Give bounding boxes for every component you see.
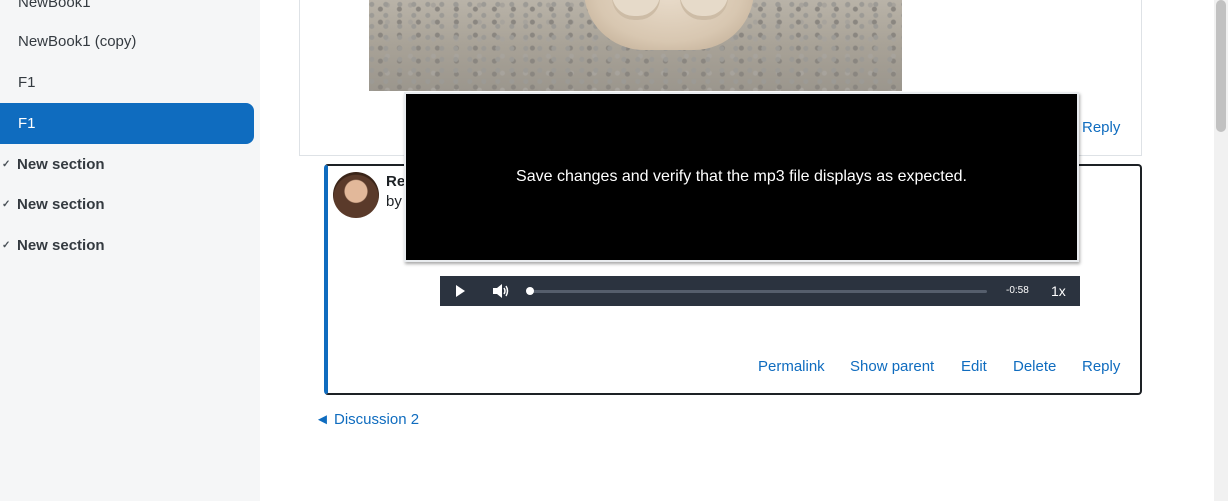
sidebar-item-label: NewBook1 (copy) [18,33,137,50]
progress-handle[interactable] [526,287,534,295]
sidebar-section-label: New section [17,155,105,173]
progress-track[interactable] [529,290,987,293]
sidebar-item-label: NewBook1 [18,0,91,11]
chevron-down-icon[interactable]: ✓ [2,159,14,170]
audio-player: -0:58 1x [440,276,1080,306]
sidebar-item-label: F1 [18,115,36,132]
time-remaining: -0:58 [1006,285,1029,296]
sidebar-item-label: F1 [18,74,36,91]
sidebar-section-new-section-3[interactable]: ✓ New section [0,225,254,265]
show-parent-link[interactable]: Show parent [850,358,934,378]
chevron-down-icon[interactable]: ✓ [2,199,14,210]
sidebar-section-new-section-2[interactable]: ✓ New section [0,184,254,224]
permalink-link[interactable]: Permalink [758,358,825,378]
reply-link[interactable]: Reply [1082,358,1120,378]
post-byline: by [386,193,402,210]
sidebar-item-newbook1[interactable]: NewBook1 [0,0,254,23]
dog-paw [612,0,660,20]
playback-speed-button[interactable]: 1x [1051,283,1066,299]
sidebar-section-new-section-1[interactable]: ✓ New section [0,144,254,184]
chevron-down-icon[interactable]: ✓ [2,240,14,251]
reply-link[interactable]: Reply [1082,119,1120,136]
sidebar-item-f1-active[interactable]: F1 [0,103,254,144]
instruction-overlay: Save changes and verify that the mp3 fil… [404,92,1079,262]
scrollbar-thumb[interactable] [1216,0,1226,132]
previous-discussion-link[interactable]: ◄ Discussion 2 [315,411,419,428]
sidebar-item-newbook1-copy[interactable]: NewBook1 (copy) [0,21,254,62]
instruction-text: Save changes and verify that the mp3 fil… [516,168,967,185]
dog-paw [680,0,728,20]
sidebar-section-label: New section [17,195,105,213]
edit-link[interactable]: Edit [961,358,987,378]
post-image [369,0,902,91]
avatar[interactable] [333,172,379,218]
course-index-sidebar: NewBook1 NewBook1 (copy) F1 F1 ✓ New sec… [0,0,260,501]
sidebar-section-label: New section [17,236,105,254]
post-author: Re [386,173,406,190]
delete-link[interactable]: Delete [1013,358,1056,378]
sidebar-item-f1[interactable]: F1 [0,62,254,103]
dog-image-body [584,0,754,50]
volume-icon[interactable] [492,283,510,299]
play-icon[interactable] [453,284,467,298]
